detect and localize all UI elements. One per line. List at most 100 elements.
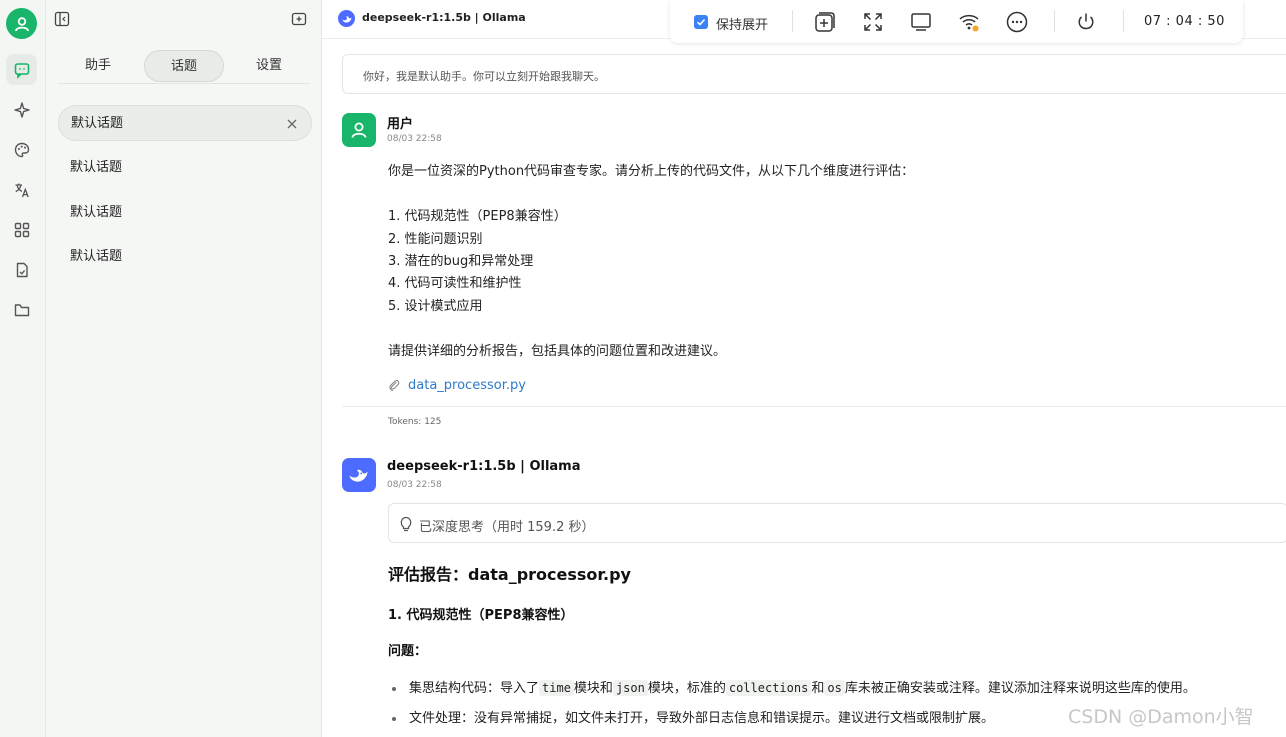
bullet-text: 库未被正确安装或注释。建议添加注释来说明这些库的使用。 [844, 681, 1196, 696]
topics-panel: 助手 话题 设置 默认话题 默认话题 默认话题 默认话题 [46, 0, 322, 737]
message-line: 4. 代码可读性和维护性 [388, 276, 522, 291]
inline-code: os [824, 680, 845, 696]
document-icon [16, 262, 28, 277]
user-message-sender: 用户 [387, 117, 414, 132]
add-window-button[interactable] [812, 9, 838, 35]
fullscreen-button[interactable] [860, 9, 886, 35]
bullet-dot [392, 686, 396, 691]
inline-code: json [612, 680, 648, 696]
deepseek-whale-icon [342, 15, 351, 23]
deepseek-whale-icon [349, 469, 368, 482]
new-topic-button[interactable] [290, 10, 308, 28]
topic-item-label: 默认话题 [70, 205, 123, 220]
close-icon [287, 119, 297, 129]
message-line: 2. 性能问题识别 [388, 232, 483, 247]
assistant-message-sender: deepseek-r1:1.5b | Ollama [387, 459, 581, 474]
rail-files-button[interactable] [6, 254, 37, 285]
tab-topics[interactable]: 话题 [144, 50, 224, 82]
thinking-block[interactable]: 已深度思考（用时 159.2 秒） [388, 503, 1286, 543]
message-divider [342, 406, 1286, 407]
add-window-icon [815, 12, 835, 32]
new-topic-icon [291, 12, 307, 26]
topic-item[interactable]: 默认话题 [58, 239, 312, 275]
greeting-banner: 你好，我是默认助手。你可以立刻开始跟我聊天。 [342, 54, 1286, 94]
keep-expanded-label: 保持展开 [716, 18, 769, 33]
monitor-icon [911, 13, 931, 31]
screen-button[interactable] [908, 9, 934, 35]
keep-expanded-checkbox[interactable] [694, 15, 708, 29]
bullet-text: 集思结构代码：导入了 [409, 681, 540, 696]
topic-item-active[interactable]: 默认话题 [58, 105, 312, 141]
folder-icon [14, 303, 29, 316]
message-line: 你是一位资深的Python代码审查专家。请分析上传的代码文件，从以下几个维度进行… [388, 164, 915, 179]
section-heading: 1. 代码规范性（PEP8兼容性） [388, 608, 574, 623]
user-avatar[interactable] [6, 8, 37, 39]
topic-item[interactable]: 默认话题 [58, 195, 312, 231]
user-avatar-icon [14, 16, 29, 31]
panel-toolbar [46, 0, 322, 38]
list-item: 文件处理：没有异常捕捉，如文件未打开，导致外部日志信息和错误提示。建议进行文档或… [392, 707, 994, 726]
message-line: 5. 设计模式应用 [388, 299, 483, 314]
topic-item-label: 默认话题 [71, 116, 124, 131]
bullet-text: 和 [811, 681, 825, 696]
model-logo [338, 10, 355, 27]
check-icon [696, 18, 706, 26]
lightbulb-icon [399, 515, 413, 533]
sparkle-icon [13, 101, 30, 118]
tab-assistant[interactable]: 助手 [58, 50, 138, 82]
rail-translate-button[interactable] [6, 174, 37, 205]
rail-folder-button[interactable] [6, 294, 37, 325]
user-icon [351, 122, 367, 138]
delete-topic-button[interactable] [285, 106, 299, 142]
floating-toolbar: 保持展开 07 : 04 : 50 [670, 0, 1243, 43]
wifi-icon [959, 14, 979, 32]
clock-readout: 07 : 04 : 50 [1144, 14, 1225, 29]
inline-code: collections [725, 680, 812, 696]
assistant-message-time: 08/03 22:58 [387, 480, 442, 490]
topic-item-label: 默认话题 [70, 249, 123, 264]
report-heading: 评估报告：data_processor.py [388, 565, 631, 584]
topic-item-label: 默认话题 [70, 160, 123, 175]
rail-paint-button[interactable] [6, 134, 37, 165]
paperclip-icon [389, 379, 400, 392]
topic-item[interactable]: 默认话题 [58, 150, 312, 186]
inline-code: time [539, 680, 574, 696]
thinking-label: 已深度思考（用时 159.2 秒） [419, 520, 595, 535]
rail-apps-button[interactable] [6, 214, 37, 245]
tab-settings[interactable]: 设置 [229, 50, 309, 82]
bullet-text: 模块，标准的 [647, 681, 726, 696]
chat-title: deepseek-r1:1.5b | Ollama [362, 11, 526, 24]
lightbulb-svg [400, 516, 412, 532]
toolbar-divider [1123, 10, 1124, 32]
toolbar-divider [1054, 10, 1055, 32]
attachment[interactable]: data_processor.py [388, 376, 526, 394]
palette-icon [14, 142, 29, 157]
message-line: 1. 代码规范性（PEP8兼容性） [388, 209, 567, 224]
rail-chat-button[interactable] [6, 54, 37, 85]
bullet-text: 文件处理：没有异常捕捉，如文件未打开，导致外部日志信息和错误提示。建议进行文档或… [409, 711, 995, 726]
panel-tabs: 助手 话题 设置 [58, 50, 310, 84]
attachment-link[interactable]: data_processor.py [408, 378, 526, 393]
network-button[interactable] [956, 9, 982, 35]
chat-icon [14, 62, 29, 79]
more-icon [1006, 11, 1028, 33]
power-button[interactable] [1073, 9, 1099, 35]
chat-main: deepseek-r1:1.5b | Ollama 保持展开 07 : 04 :… [322, 0, 1286, 737]
bullet-dot [392, 716, 396, 721]
token-count: Tokens: 125 [388, 417, 442, 427]
watermark: CSDN @Damon小智 [1068, 706, 1254, 728]
sidebar-toggle-icon [54, 11, 70, 27]
message-line: 3. 潜在的bug和异常处理 [388, 254, 534, 269]
user-message-time: 08/03 22:58 [387, 134, 442, 144]
translate-icon [14, 183, 29, 197]
list-item: 集思结构代码：导入了 time 模块和 json 模块，标准的 collections 和 o… [392, 677, 1196, 696]
user-message-avatar [342, 113, 376, 147]
rail-agents-button[interactable] [6, 94, 37, 125]
more-button[interactable] [1004, 9, 1030, 35]
icon-rail [0, 0, 46, 737]
power-icon [1078, 13, 1094, 30]
message-line: 请提供详细的分析报告，包括具体的问题位置和改进建议。 [388, 344, 727, 359]
toggle-sidebar-button[interactable] [53, 10, 71, 28]
toolbar-divider [792, 10, 793, 32]
assistant-message-avatar [342, 458, 376, 492]
